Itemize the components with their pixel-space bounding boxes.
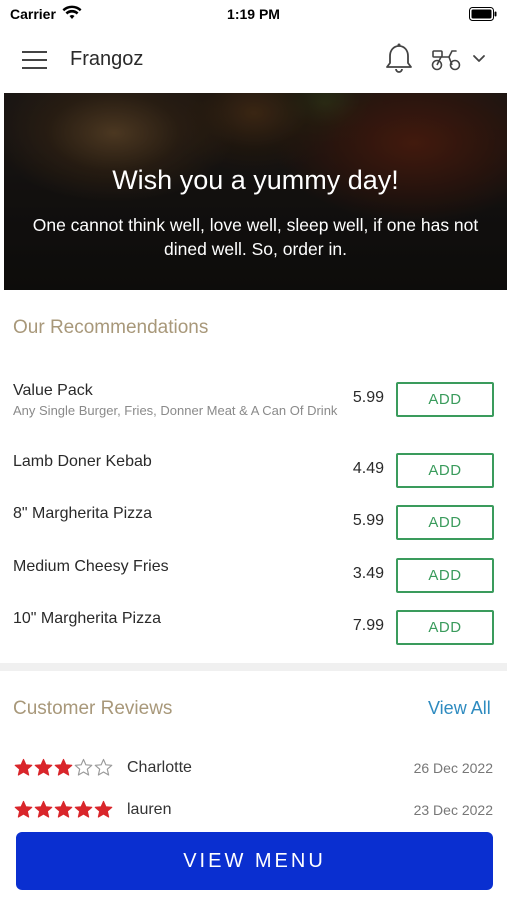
star-rating xyxy=(14,758,113,777)
add-button[interactable]: ADD xyxy=(396,505,494,540)
recommendations-title: Our Recommendations xyxy=(13,317,209,338)
status-bar: Carrier 1:19 PM xyxy=(0,0,507,28)
star-filled-icon xyxy=(54,800,73,818)
chevron-down-icon[interactable] xyxy=(472,54,486,64)
bell-icon[interactable] xyxy=(384,42,414,76)
review-date: 26 Dec 2022 xyxy=(413,760,493,776)
hero-title: Wish you a yummy day! xyxy=(112,165,399,195)
star-filled-icon xyxy=(74,800,93,818)
scooter-icon[interactable] xyxy=(430,48,462,72)
item-price: 5.99 xyxy=(352,389,384,406)
star-filled-icon xyxy=(14,800,33,818)
item-name: Medium Cheesy Fries xyxy=(13,558,169,575)
item-name: Value Pack xyxy=(13,382,93,399)
reviews-title: Customer Reviews xyxy=(13,698,173,719)
status-time: 1:19 PM xyxy=(227,6,280,22)
view-all-link[interactable]: View All xyxy=(428,698,491,719)
battery-icon xyxy=(469,7,497,21)
list-item: Medium Cheesy Fries 3.49 ADD xyxy=(0,558,507,594)
star-filled-icon xyxy=(14,758,33,776)
review-row: lauren 23 Dec 2022 xyxy=(0,800,507,824)
item-description: Any Single Burger, Fries, Donner Meat & … xyxy=(13,403,338,418)
item-name: Lamb Doner Kebab xyxy=(13,453,152,470)
item-price: 4.49 xyxy=(352,460,384,477)
star-rating xyxy=(14,800,113,819)
reviewer-name: lauren xyxy=(127,801,172,818)
review-row: Charlotte 26 Dec 2022 xyxy=(0,758,507,782)
star-filled-icon xyxy=(34,800,53,818)
add-button[interactable]: ADD xyxy=(396,382,494,417)
hamburger-icon[interactable] xyxy=(22,49,48,71)
add-button[interactable]: ADD xyxy=(396,610,494,645)
reviewer-name: Charlotte xyxy=(127,759,192,776)
add-button[interactable]: ADD xyxy=(396,558,494,593)
star-filled-icon xyxy=(54,758,73,776)
add-button[interactable]: ADD xyxy=(396,453,494,488)
star-empty-icon xyxy=(74,758,93,776)
list-item: Lamb Doner Kebab 4.49 ADD xyxy=(0,453,507,489)
star-empty-icon xyxy=(94,758,113,776)
item-price: 7.99 xyxy=(352,617,384,634)
item-name: 10" Margherita Pizza xyxy=(13,610,161,627)
list-item: 8" Margherita Pizza 5.99 ADD xyxy=(0,505,507,541)
view-menu-button[interactable]: VIEW MENU xyxy=(16,832,493,890)
hero-subtitle: One cannot think well, love well, sleep … xyxy=(32,215,479,259)
app-header: Frangoz xyxy=(0,28,507,92)
item-price: 5.99 xyxy=(352,512,384,529)
star-filled-icon xyxy=(34,758,53,776)
star-filled-icon xyxy=(94,800,113,818)
list-item: 10" Margherita Pizza 7.99 ADD xyxy=(0,610,507,646)
list-item: Value Pack Any Single Burger, Fries, Don… xyxy=(0,382,507,442)
page-title: Frangoz xyxy=(70,48,144,70)
item-price: 3.49 xyxy=(352,565,384,582)
hero-banner: Wish you a yummy day! One cannot think w… xyxy=(4,93,507,290)
review-date: 23 Dec 2022 xyxy=(413,802,493,818)
section-divider xyxy=(0,663,507,671)
item-name: 8" Margherita Pizza xyxy=(13,505,153,522)
